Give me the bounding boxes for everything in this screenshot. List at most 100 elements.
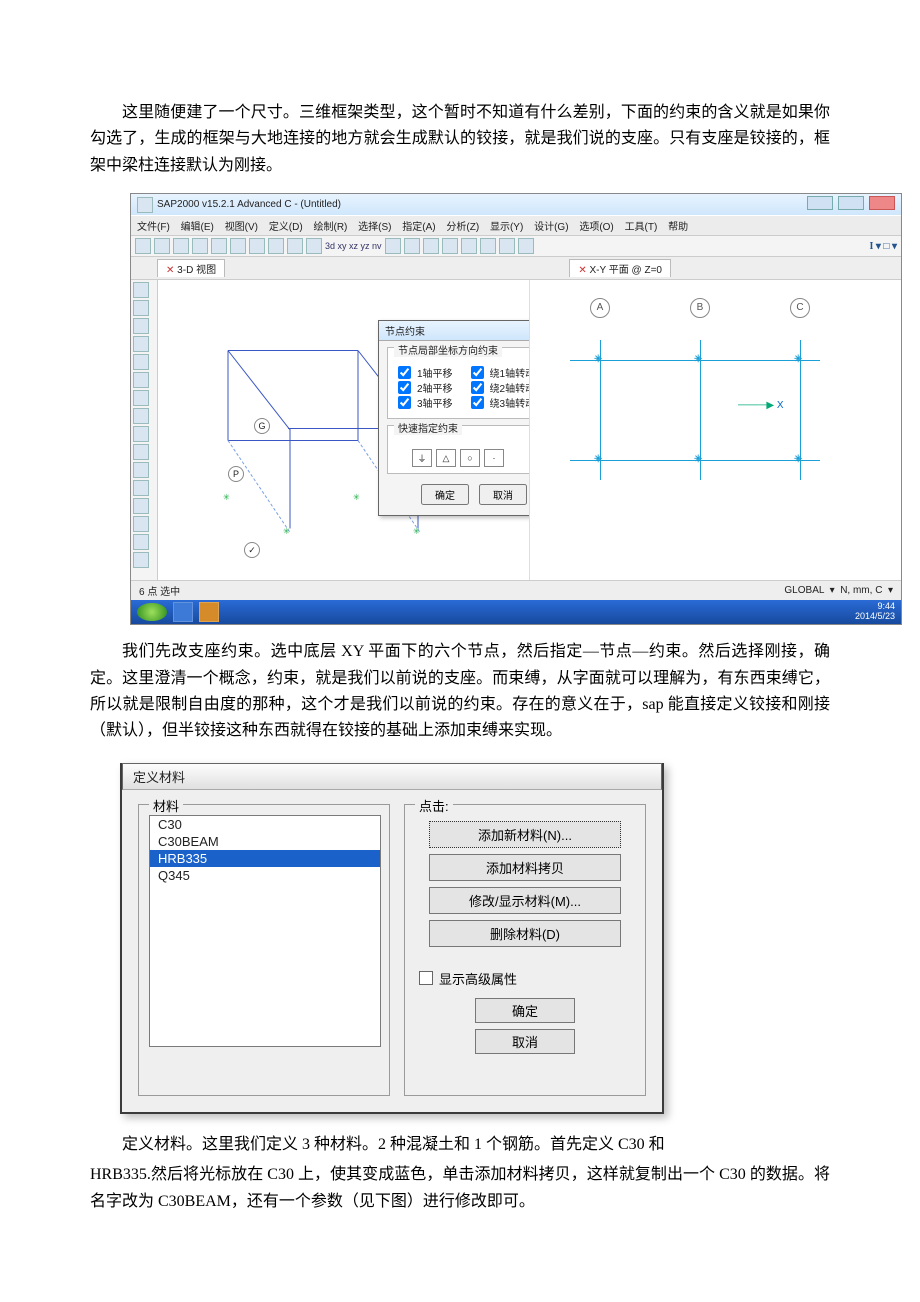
copy-material-button[interactable]: 添加材料拷贝: [429, 854, 621, 881]
paragraph-2: 我们先改支座约束。选中底层 XY 平面下的六个节点，然后指定—节点—约束。然后选…: [90, 639, 830, 745]
menu-item[interactable]: 工具(T): [625, 222, 658, 233]
toolbar-icon[interactable]: [211, 238, 227, 254]
toolbar-icon[interactable]: [423, 238, 439, 254]
menu-item[interactable]: 编辑(E): [181, 222, 214, 233]
sap-window-title: SAP2000 v15.2.1 Advanced C - (Untitled): [157, 199, 341, 210]
materials-legend: 材料: [149, 796, 183, 815]
sap-app-icon: [137, 197, 153, 213]
figure-define-material-dialog: 定义材料 材料 C30 C30BEAM HRB335 Q345 点击: 添加新材…: [120, 763, 830, 1114]
toolbar-icon[interactable]: [499, 238, 515, 254]
material-cancel-button[interactable]: 取消: [475, 1029, 575, 1054]
group-label: 节点局部坐标方向约束: [394, 342, 502, 357]
menu-item[interactable]: 显示(Y): [490, 222, 523, 233]
menu-item[interactable]: 定义(D): [269, 222, 303, 233]
menu-item[interactable]: 选项(O): [579, 222, 613, 233]
menu-item[interactable]: 视图(V): [225, 222, 258, 233]
fast-restraint-icons[interactable]: ⏚ △ ○ ·: [394, 449, 530, 467]
toolbar-icon[interactable]: [385, 238, 401, 254]
delete-material-button[interactable]: 删除材料(D): [429, 920, 621, 947]
windows-taskbar[interactable]: 9:44 2014/5/23: [131, 600, 901, 624]
menu-item[interactable]: 文件(F): [137, 222, 170, 233]
sap-status-bar: 6 点 选中 GLOBAL ▾ N, mm, C ▾: [131, 580, 901, 600]
restraint-pinned-icon[interactable]: △: [436, 449, 456, 467]
list-item[interactable]: C30BEAM: [150, 833, 380, 850]
side-tool-icon[interactable]: [133, 354, 149, 370]
viewport-3d[interactable]: ✳ ✳ ✳ ✳ G P ✓ 节点约束 节点局部坐标方向约束: [158, 280, 530, 580]
paragraph-1: 这里随便建了一个尺寸。三维框架类型，这个暂时不知道有什么差别，下面的约束的含义就…: [90, 100, 830, 179]
checkbox-r3[interactable]: 绕3轴转动: [467, 393, 530, 412]
window-controls[interactable]: [805, 196, 895, 213]
materials-listbox[interactable]: C30 C30BEAM HRB335 Q345: [149, 815, 381, 1047]
figure-sap-screenshot: SAP2000 v15.2.1 Advanced C - (Untitled) …: [130, 193, 830, 625]
checkbox-u3[interactable]: 3轴平移: [394, 393, 453, 412]
checkbox-icon[interactable]: [419, 971, 433, 985]
restraint-free-icon[interactable]: ·: [484, 449, 504, 467]
side-tool-icon[interactable]: [133, 444, 149, 460]
material-dialog-title: 定义材料: [122, 763, 662, 790]
toolbar-icon[interactable]: [518, 238, 534, 254]
sap-menubar[interactable]: 文件(F) 编辑(E) 视图(V) 定义(D) 绘制(R) 选择(S) 指定(A…: [131, 215, 901, 236]
system-tray[interactable]: 9:44 2014/5/23: [855, 602, 895, 622]
restraint-fixed-icon[interactable]: ⏚: [412, 449, 432, 467]
side-tool-icon[interactable]: [133, 336, 149, 352]
toolbar-icon[interactable]: [480, 238, 496, 254]
toolbar-icon[interactable]: [249, 238, 265, 254]
group-label: 快速指定约束: [394, 420, 462, 435]
tray-date: 2014/5/23: [855, 612, 895, 622]
view-tab-3d[interactable]: ✕ 3-D 视图: [157, 259, 225, 277]
modify-material-button[interactable]: 修改/显示材料(M)...: [429, 887, 621, 914]
materials-group: 材料 C30 C30BEAM HRB335 Q345: [138, 804, 390, 1096]
add-material-button[interactable]: 添加新材料(N)...: [429, 821, 621, 848]
side-tool-icon[interactable]: [133, 372, 149, 388]
toolbar-icon[interactable]: [173, 238, 189, 254]
material-ok-button[interactable]: 确定: [475, 998, 575, 1023]
toolbar-icon[interactable]: [192, 238, 208, 254]
maximize-button[interactable]: [838, 196, 864, 210]
side-tool-icon[interactable]: [133, 552, 149, 568]
menu-item[interactable]: 指定(A): [402, 222, 435, 233]
sap-side-toolbar[interactable]: [131, 280, 158, 580]
menu-item[interactable]: 绘制(R): [313, 222, 347, 233]
restraint-roller-icon[interactable]: ○: [460, 449, 480, 467]
side-tool-icon[interactable]: [133, 300, 149, 316]
toolbar-icon[interactable]: [404, 238, 420, 254]
menu-item[interactable]: 选择(S): [358, 222, 391, 233]
taskbar-app-icon[interactable]: [173, 602, 193, 622]
list-item[interactable]: C30: [150, 816, 380, 833]
side-tool-icon[interactable]: [133, 534, 149, 550]
dialog-ok-button[interactable]: 确定: [421, 484, 469, 505]
toolbar-icon[interactable]: [287, 238, 303, 254]
viewport-plan[interactable]: A B C ✳ ✳ ✳ ✳ ✳ ✳: [530, 280, 901, 580]
menu-item[interactable]: 设计(G): [534, 222, 568, 233]
advanced-checkbox[interactable]: 显示高级属性: [419, 969, 635, 988]
side-tool-icon[interactable]: [133, 426, 149, 442]
joint-restraint-dialog: 节点约束 节点局部坐标方向约束 1轴平移 绕1轴转动 2轴平移: [378, 320, 530, 516]
side-tool-icon[interactable]: [133, 408, 149, 424]
toolbar-icon[interactable]: [306, 238, 322, 254]
minimize-button[interactable]: [807, 196, 833, 210]
sap-toolbar[interactable]: 3d xy xz yz nv I ▾ □ ▾: [131, 236, 901, 257]
view-tab-xy[interactable]: ✕ X-Y 平面 @ Z=0: [569, 259, 671, 277]
toolbar-icon[interactable]: [442, 238, 458, 254]
start-button-icon[interactable]: [137, 603, 167, 621]
toolbar-icon[interactable]: [230, 238, 246, 254]
taskbar-app-icon[interactable]: [199, 602, 219, 622]
list-item-selected[interactable]: HRB335: [150, 850, 380, 867]
toolbar-icon[interactable]: [461, 238, 477, 254]
toolbar-icon[interactable]: [268, 238, 284, 254]
menu-item[interactable]: 分析(Z): [446, 222, 479, 233]
toolbar-icon[interactable]: [135, 238, 151, 254]
side-tool-icon[interactable]: [133, 516, 149, 532]
side-tool-icon[interactable]: [133, 498, 149, 514]
menu-item[interactable]: 帮助: [668, 222, 688, 233]
list-item[interactable]: Q345: [150, 867, 380, 884]
side-tool-icon[interactable]: [133, 282, 149, 298]
status-selection: 6 点 选中: [139, 583, 180, 598]
toolbar-icon[interactable]: [154, 238, 170, 254]
close-button[interactable]: [869, 196, 895, 210]
dialog-cancel-button[interactable]: 取消: [479, 484, 527, 505]
side-tool-icon[interactable]: [133, 462, 149, 478]
side-tool-icon[interactable]: [133, 318, 149, 334]
side-tool-icon[interactable]: [133, 390, 149, 406]
side-tool-icon[interactable]: [133, 480, 149, 496]
